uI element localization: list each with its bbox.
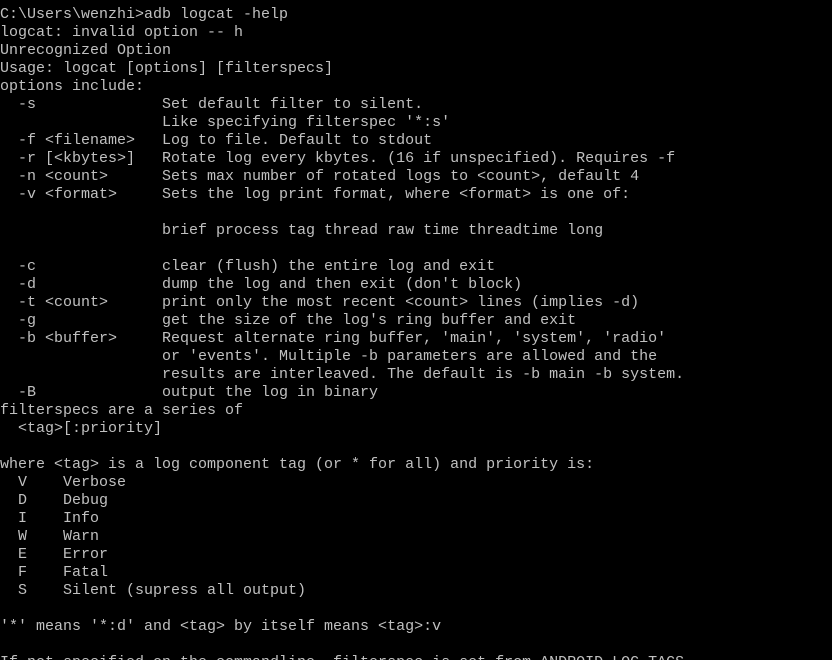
terminal-line: Like specifying filterspec '*:s' [0,114,451,131]
terminal-line: -n <count> Sets max number of rotated lo… [0,168,640,185]
terminal-line: where <tag> is a log component tag (or *… [0,456,595,473]
terminal-line: -g get the size of the log's ring buffer… [0,312,577,329]
terminal-line: '*' means '*:d' and <tag> by itself mean… [0,618,442,635]
terminal-line: -r [<kbytes>] Rotate log every kbytes. (… [0,150,676,167]
terminal-line: <tag>[:priority] [0,420,163,437]
terminal-line: options include: [0,78,145,95]
terminal-line: S Silent (supress all output) [0,582,307,599]
terminal-line: brief process tag thread raw time thread… [0,222,604,239]
terminal-line: -d dump the log and then exit (don't blo… [0,276,523,293]
terminal-line: or 'events'. Multiple -b parameters are … [0,348,658,365]
terminal-line: C:\Users\wenzhi>adb logcat -help [0,6,289,23]
terminal-line: -c clear (flush) the entire log and exit [0,258,496,275]
terminal-line: -v <format> Sets the log print format, w… [0,186,631,203]
terminal-line: logcat: invalid option -- h [0,24,244,41]
terminal-line: filterspecs are a series of [0,402,244,419]
terminal-line: -b <buffer> Request alternate ring buffe… [0,330,667,347]
terminal-line: If not specified on the commandline, fil… [0,654,832,660]
terminal-line: Unrecognized Option [0,42,172,59]
terminal-line: I Info [0,510,100,527]
terminal-line: -s Set default filter to silent. [0,96,424,113]
terminal-line: D Debug [0,492,109,509]
terminal-line: W Warn [0,528,100,545]
terminal-line: V Verbose [0,474,127,491]
terminal-line: E Error [0,546,109,563]
terminal-output[interactable]: C:\Users\wenzhi>adb logcat -help logcat: … [0,6,832,660]
terminal-line: Usage: logcat [options] [filterspecs] [0,60,334,77]
terminal-line: F Fatal [0,564,109,581]
terminal-line: -B output the log in binary [0,384,379,401]
terminal-line: -t <count> print only the most recent <c… [0,294,640,311]
terminal-line: results are interleaved. The default is … [0,366,685,383]
terminal-line: -f <filename> Log to file. Default to st… [0,132,433,149]
